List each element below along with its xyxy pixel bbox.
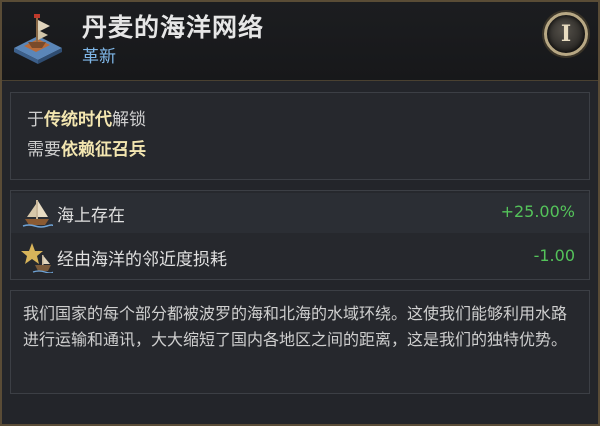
effect-label: 经由海洋的邻近度损耗 bbox=[57, 250, 227, 270]
unlock-era-highlight: 传统时代 bbox=[44, 110, 112, 130]
unlock-era-line: 于传统时代解锁 bbox=[27, 105, 146, 130]
requirement-line: 需要依赖征召兵 bbox=[27, 135, 146, 160]
effect-value: +25.00% bbox=[500, 202, 575, 221]
era-badge: I bbox=[544, 12, 588, 56]
sailboat-icon bbox=[21, 197, 54, 229]
effect-row: 海上存在 +25.00% bbox=[11, 193, 589, 233]
requirement-highlight: 依赖征召兵 bbox=[61, 140, 146, 160]
era-numeral: I bbox=[560, 21, 572, 47]
flavor-text: 我们国家的每个部分都被波罗的海和北海的水域环绕。这使我们能够利用水路进行运输和通… bbox=[23, 304, 568, 349]
star-ship-icon bbox=[21, 241, 54, 274]
header: 丹麦的海洋网络 革新 I bbox=[2, 2, 598, 81]
unlock-suffix: 解锁 bbox=[112, 110, 146, 130]
effect-label: 海上存在 bbox=[57, 206, 125, 226]
effect-value: -1.00 bbox=[533, 246, 575, 265]
unlock-prefix: 于 bbox=[27, 110, 44, 130]
description-section: 我们国家的每个部分都被波罗的海和北海的水域环绕。这使我们能够利用水路进行运输和通… bbox=[10, 290, 590, 394]
effect-row: 经由海洋的邻近度损耗 -1.00 bbox=[11, 237, 589, 277]
effects-section: 海上存在 +25.00% 经由海洋的邻近度损耗 -1.00 bbox=[10, 190, 590, 280]
requirement-prefix: 需要 bbox=[27, 140, 61, 160]
ship-harbor-icon bbox=[10, 10, 66, 66]
tooltip-panel: 丹麦的海洋网络 革新 I 于传统时代解锁 需要依赖征召兵 海上存在 +25.00… bbox=[0, 0, 600, 426]
unlock-section: 于传统时代解锁 需要依赖征召兵 bbox=[10, 92, 590, 180]
page-title: 丹麦的海洋网络 bbox=[82, 13, 265, 42]
subtitle-category: 革新 bbox=[82, 47, 116, 67]
